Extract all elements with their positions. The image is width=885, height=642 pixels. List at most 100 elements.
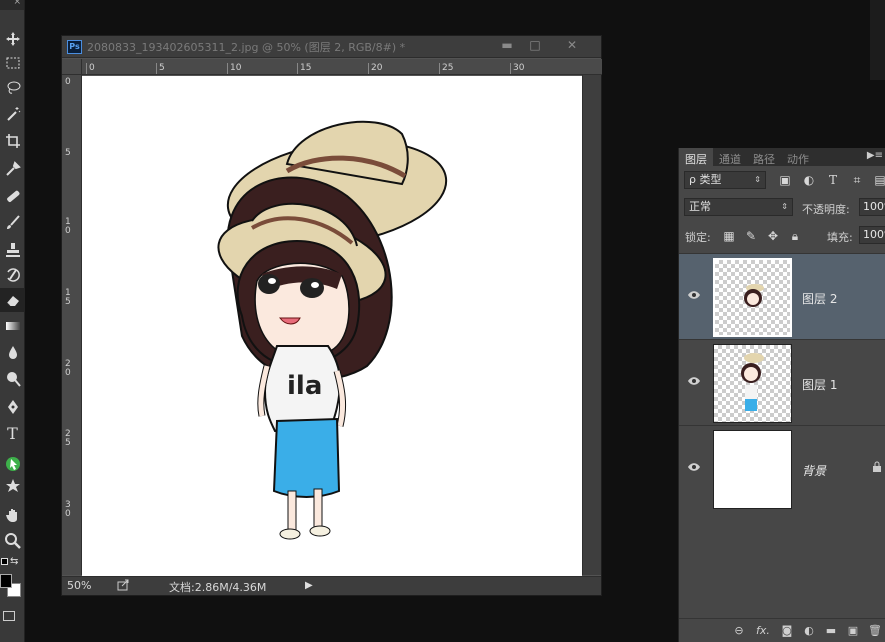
clone-stamp-tool-icon[interactable]: [0, 238, 25, 262]
layer-name[interactable]: 图层 2: [802, 290, 837, 307]
close-button[interactable]: ✕: [559, 37, 585, 53]
lock-pixels-brush-icon[interactable]: ✎: [744, 229, 758, 243]
filter-smart-object-icon[interactable]: ▤: [873, 173, 885, 187]
blur-tool-icon[interactable]: [0, 341, 25, 365]
share-icon[interactable]: [117, 579, 129, 594]
tab-channels[interactable]: 通道: [713, 148, 747, 166]
zoom-tool-icon[interactable]: [0, 529, 25, 553]
new-layer-icon[interactable]: ▣: [846, 624, 860, 637]
blend-row: 正常 ⇕ 不透明度: 100%: [679, 197, 885, 223]
filter-type-icon[interactable]: T: [826, 173, 840, 187]
ruler-v-tick: 20: [65, 359, 71, 378]
ruler-v-tick: 15: [65, 288, 71, 307]
fill-label: 填充:: [827, 231, 853, 244]
blend-mode-value: 正常: [689, 200, 711, 213]
brush-tool-icon[interactable]: [0, 211, 25, 235]
ruler-h-tick: 30: [510, 63, 524, 74]
ruler-v-tick: 25: [65, 429, 71, 448]
status-bar: 50% 文档:2.86M/4.36M ▶: [62, 576, 601, 595]
document-size-info: 文档:2.86M/4.36M: [169, 581, 267, 594]
new-group-icon[interactable]: ▬: [824, 624, 838, 637]
tab-actions[interactable]: 动作: [781, 148, 815, 166]
status-menu-arrow-icon[interactable]: ▶: [305, 580, 313, 591]
quick-mask-icon[interactable]: [3, 611, 15, 621]
default-colors-icon[interactable]: [1, 558, 8, 565]
vertical-ruler[interactable]: 0 5 10 15 20 25 30: [62, 75, 82, 575]
canvas[interactable]: ila: [82, 76, 582, 576]
filter-pixel-icon[interactable]: ▣: [778, 173, 792, 187]
zoom-level-field[interactable]: 50%: [67, 579, 91, 592]
ruler-origin[interactable]: [62, 59, 82, 75]
blend-mode-select[interactable]: 正常 ⇕: [684, 198, 793, 216]
opacity-label: 不透明度:: [802, 203, 850, 216]
layer-thumbnail[interactable]: [713, 344, 792, 423]
panel-menu-icon[interactable]: ▶≡: [867, 150, 883, 161]
layer-name[interactable]: 背景: [802, 462, 826, 479]
ruler-v-tick: 10: [65, 217, 71, 236]
visibility-eye-icon[interactable]: [687, 374, 701, 388]
filter-adjustment-icon[interactable]: ◐: [802, 173, 816, 187]
lock-all-icon[interactable]: 🔒︎: [788, 229, 802, 243]
layer-name[interactable]: 图层 1: [802, 376, 837, 393]
delete-layer-icon[interactable]: 🗑︎: [868, 624, 882, 637]
dodge-tool-icon[interactable]: [0, 367, 25, 391]
gradient-tool-icon[interactable]: [0, 314, 25, 338]
lasso-tool-icon[interactable]: [0, 76, 25, 100]
layer-thumbnail[interactable]: [713, 430, 792, 509]
layer-row-layer-2[interactable]: 图层 2: [679, 253, 885, 339]
tab-paths[interactable]: 路径: [747, 148, 781, 166]
add-mask-icon[interactable]: ◙: [780, 624, 794, 637]
select-arrow-icon: ⇕: [781, 202, 788, 211]
filter-shape-icon[interactable]: ⌗: [850, 173, 864, 187]
document-title: 2080833_193402605311_2.jpg @ 50% (图层 2, …: [87, 40, 406, 54]
maximize-button[interactable]: □: [522, 37, 548, 53]
vertical-scrollbar[interactable]: [582, 75, 601, 575]
document-window: Ps 2080833_193402605311_2.jpg @ 50% (图层 …: [61, 35, 602, 596]
tools-panel-header: ×: [0, 0, 24, 10]
ruler-v-tick: 30: [65, 500, 71, 519]
fx-icon[interactable]: fx.: [754, 624, 772, 637]
shape-tool-icon[interactable]: [0, 474, 25, 498]
ruler-v-tick: 5: [65, 148, 71, 158]
filter-kind-select[interactable]: ρ 类型 ⇕: [684, 171, 766, 189]
visibility-eye-icon[interactable]: [687, 460, 701, 474]
layers-panel: 图层 通道 路径 动作 ▶≡ ρ 类型 ⇕ ▣ ◐ T ⌗ ▤ 正常 ⇕ 不透明…: [678, 148, 885, 642]
pen-tool-icon[interactable]: [0, 395, 25, 419]
fill-input[interactable]: 100%: [859, 226, 885, 244]
layer-thumbnail[interactable]: [713, 258, 792, 337]
crop-tool-icon[interactable]: [0, 129, 25, 153]
ruler-h-tick: 20: [368, 63, 382, 74]
foreground-color-swatch[interactable]: [0, 574, 12, 588]
horizontal-ruler[interactable]: 0 5 10 15 20 25 30: [82, 59, 602, 75]
minimize-button[interactable]: ▬: [494, 37, 520, 53]
tools-panel-close-icon[interactable]: ×: [13, 0, 21, 7]
swap-colors-icon[interactable]: ⇆: [10, 556, 18, 567]
healing-brush-tool-icon[interactable]: [0, 184, 25, 208]
eyedropper-tool-icon[interactable]: [0, 157, 25, 181]
link-layers-icon[interactable]: ⊖: [732, 624, 746, 637]
filter-kind-value: ρ 类型: [689, 173, 722, 186]
ruler-h-tick: 0: [86, 63, 95, 74]
layer-row-background[interactable]: 背景: [679, 425, 885, 511]
photoshop-logo-icon: Ps: [67, 39, 82, 54]
filter-row: ρ 类型 ⇕ ▣ ◐ T ⌗ ▤: [679, 169, 885, 195]
visibility-eye-icon[interactable]: [687, 288, 701, 302]
hand-tool-icon[interactable]: [0, 503, 25, 527]
type-tool-icon[interactable]: T: [0, 421, 25, 445]
path-selection-tool-icon[interactable]: [0, 452, 25, 476]
lock-position-icon[interactable]: ✥: [766, 229, 780, 243]
eraser-tool-icon[interactable]: [0, 288, 25, 312]
adjustment-layer-icon[interactable]: ◐: [802, 624, 816, 637]
move-tool-icon[interactable]: [0, 27, 25, 51]
layer-row-layer-1[interactable]: 图层 1: [679, 339, 885, 425]
opacity-input[interactable]: 100%: [859, 198, 885, 216]
document-titlebar[interactable]: Ps 2080833_193402605311_2.jpg @ 50% (图层 …: [62, 36, 601, 58]
magic-wand-tool-icon[interactable]: [0, 102, 25, 126]
panel-tabs: 图层 通道 路径 动作 ▶≡: [679, 148, 885, 166]
panel-dock-strip: [870, 0, 885, 80]
lock-transparency-icon[interactable]: ▦: [722, 229, 736, 243]
lock-row: 锁定: ▦ ✎ ✥ 🔒︎ 填充: 100%: [679, 225, 885, 251]
marquee-tool-icon[interactable]: [0, 51, 25, 75]
history-brush-tool-icon[interactable]: [0, 263, 25, 287]
tab-layers[interactable]: 图层: [679, 148, 713, 166]
